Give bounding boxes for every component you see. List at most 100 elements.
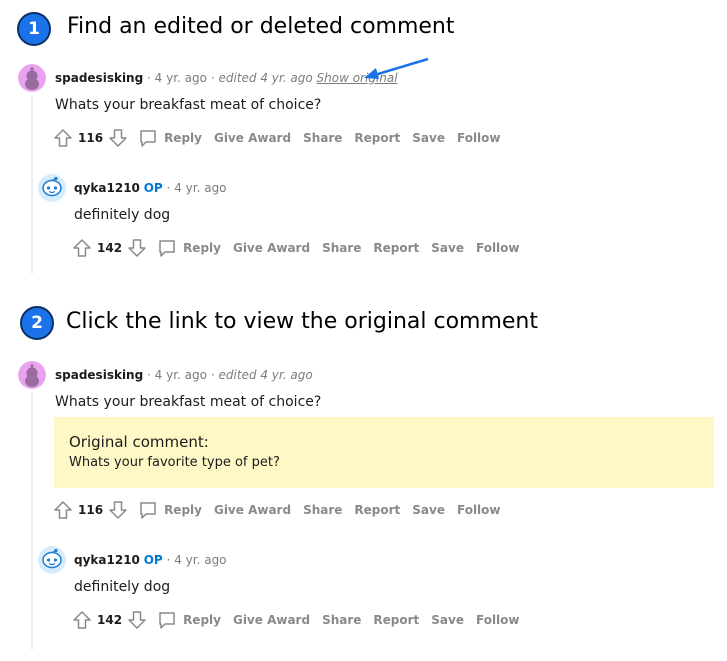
pointer-arrow-icon	[364, 57, 429, 79]
comment-body: Whats your breakfast meat of choice?	[55, 394, 322, 410]
give-award-button[interactable]: Give Award	[233, 241, 310, 255]
vote-score: 116	[78, 503, 104, 517]
timestamp[interactable]: 4 yr. ago	[155, 368, 207, 382]
upvote-icon	[54, 129, 72, 147]
timestamp[interactable]: 4 yr. ago	[155, 71, 207, 85]
give-award-button[interactable]: Give Award	[233, 613, 310, 627]
reply-body: definitely dog	[74, 579, 171, 595]
timestamp[interactable]: 4 yr. ago	[174, 553, 226, 567]
reply-label: Reply	[183, 613, 221, 627]
comment-meta: spadesisking · 4 yr. ago · edited 4 yr. …	[55, 71, 398, 85]
save-button[interactable]: Save	[412, 503, 445, 517]
edited-label: edited 4 yr. ago	[218, 368, 313, 382]
step-2-badge: 2	[20, 306, 54, 340]
snoo-avatar-icon	[18, 361, 46, 389]
avatar[interactable]	[38, 174, 66, 202]
downvote-icon	[128, 611, 146, 629]
reply-button[interactable]: Reply	[138, 128, 202, 148]
thread-line[interactable]	[31, 392, 33, 650]
reply-actions: 142 Reply Give Award Share Report Save F…	[72, 238, 532, 258]
reply-label: Reply	[164, 503, 202, 517]
comment-bubble-icon	[159, 240, 175, 257]
separator: ·	[166, 181, 171, 195]
snoo-avatar-icon	[38, 546, 66, 574]
step-1-badge: 1	[17, 12, 51, 46]
reply-button[interactable]: Reply	[157, 238, 221, 258]
separator: ·	[210, 368, 215, 382]
avatar[interactable]	[18, 64, 46, 92]
snoo-avatar-icon	[18, 64, 46, 92]
save-button[interactable]: Save	[431, 613, 464, 627]
timestamp[interactable]: 4 yr. ago	[174, 181, 226, 195]
avatar[interactable]	[38, 546, 66, 574]
save-button[interactable]: Save	[412, 131, 445, 145]
username-link[interactable]: spadesisking	[55, 368, 143, 382]
follow-button[interactable]: Follow	[476, 613, 520, 627]
downvote-button[interactable]	[108, 500, 128, 520]
reply-meta: qyka1210 OP · 4 yr. ago	[74, 553, 227, 567]
username-link[interactable]: spadesisking	[55, 71, 143, 85]
vote-score: 142	[97, 241, 123, 255]
thread-line[interactable]	[31, 96, 33, 274]
step-number: 1	[28, 19, 40, 39]
reply-button[interactable]: Reply	[138, 500, 202, 520]
reply-actions: 142 Reply Give Award Share Report Save F…	[72, 610, 532, 630]
upvote-button[interactable]	[53, 500, 73, 520]
upvote-button[interactable]	[72, 238, 92, 258]
original-comment-text: Whats your favorite type of pet?	[69, 455, 280, 470]
report-button[interactable]: Report	[373, 241, 419, 255]
op-badge: OP	[143, 181, 163, 195]
separator: ·	[147, 368, 151, 382]
give-award-button[interactable]: Give Award	[214, 131, 291, 145]
edited-label: edited 4 yr. ago	[218, 71, 313, 85]
original-comment-title: Original comment:	[69, 433, 209, 451]
downvote-button[interactable]	[127, 610, 147, 630]
comment-body: Whats your breakfast meat of choice?	[55, 97, 322, 113]
upvote-button[interactable]	[53, 128, 73, 148]
step-2-title: Click the link to view the original comm…	[66, 309, 538, 334]
share-button[interactable]: Share	[322, 613, 361, 627]
upvote-icon	[54, 501, 72, 519]
downvote-icon	[109, 129, 127, 147]
downvote-button[interactable]	[108, 128, 128, 148]
comment-meta: spadesisking · 4 yr. ago · edited 4 yr. …	[55, 368, 313, 382]
reply-label: Reply	[164, 131, 202, 145]
save-button[interactable]: Save	[431, 241, 464, 255]
username-link[interactable]: qyka1210	[74, 553, 140, 567]
reply-button[interactable]: Reply	[157, 610, 221, 630]
vote-score: 116	[78, 131, 104, 145]
report-button[interactable]: Report	[373, 613, 419, 627]
follow-button[interactable]: Follow	[457, 131, 501, 145]
snoo-avatar-icon	[38, 174, 66, 202]
comment-actions: 116 Reply Give Award Share Report Save F…	[53, 128, 513, 148]
downvote-button[interactable]	[127, 238, 147, 258]
comment-bubble-icon	[140, 502, 156, 519]
comment-actions: 116 Reply Give Award Share Report Save F…	[53, 500, 513, 520]
vote-score: 142	[97, 613, 123, 627]
upvote-button[interactable]	[72, 610, 92, 630]
upvote-icon	[73, 239, 91, 257]
share-button[interactable]: Share	[303, 503, 342, 517]
op-badge: OP	[143, 553, 163, 567]
share-button[interactable]: Share	[322, 241, 361, 255]
upvote-icon	[73, 611, 91, 629]
comment-bubble-icon	[159, 612, 175, 629]
report-button[interactable]: Report	[354, 503, 400, 517]
original-comment-box: Original comment: Whats your favorite ty…	[54, 417, 714, 488]
share-button[interactable]: Share	[303, 131, 342, 145]
give-award-button[interactable]: Give Award	[214, 503, 291, 517]
downvote-icon	[109, 501, 127, 519]
follow-button[interactable]: Follow	[476, 241, 520, 255]
separator: ·	[147, 71, 151, 85]
comment-bubble-icon	[140, 130, 156, 147]
downvote-icon	[128, 239, 146, 257]
separator: ·	[166, 553, 171, 567]
reply-body: definitely dog	[74, 207, 171, 223]
follow-button[interactable]: Follow	[457, 503, 501, 517]
step-1-title: Find an edited or deleted comment	[67, 14, 455, 39]
report-button[interactable]: Report	[354, 131, 400, 145]
reply-meta: qyka1210 OP · 4 yr. ago	[74, 181, 227, 195]
username-link[interactable]: qyka1210	[74, 181, 140, 195]
separator: ·	[210, 71, 215, 85]
avatar[interactable]	[18, 361, 46, 389]
